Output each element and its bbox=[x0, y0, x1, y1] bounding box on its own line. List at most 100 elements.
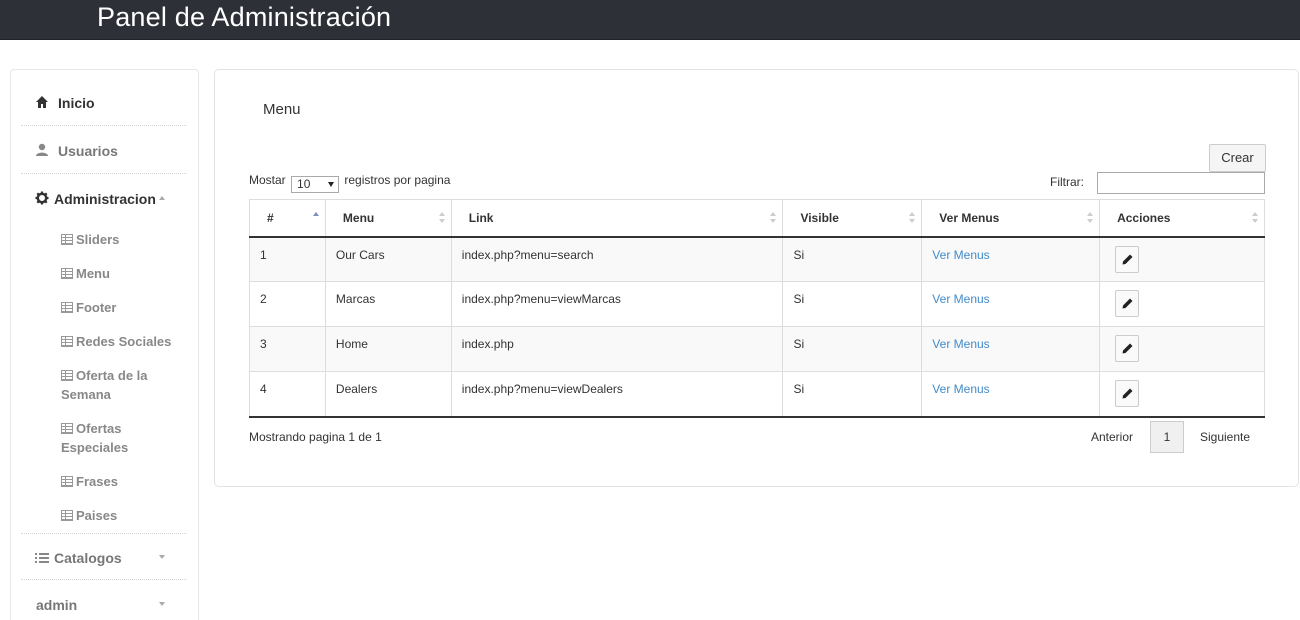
pencil-icon bbox=[1122, 388, 1133, 399]
cell-visible: Si bbox=[782, 236, 923, 282]
chevron-down-icon bbox=[159, 602, 165, 606]
menu-table: # Menu Link Visible Ver Menus Acciones 1… bbox=[249, 199, 1265, 418]
table-row: 3 Home index.php Si Ver Menus bbox=[249, 326, 1265, 372]
sidebar-subitem-frases[interactable]: Frases bbox=[61, 472, 191, 491]
content-panel: Menu Crear Mostar 10 registros por pagin… bbox=[214, 69, 1299, 487]
edit-button[interactable] bbox=[1115, 335, 1140, 362]
home-icon bbox=[36, 96, 48, 108]
table-icon bbox=[61, 302, 73, 313]
create-button[interactable]: Crear bbox=[1209, 144, 1266, 172]
sidebar-subitem-menu[interactable]: Menu bbox=[61, 264, 191, 283]
cell-id: 4 bbox=[249, 371, 326, 418]
sidebar-item-label: admin bbox=[36, 597, 78, 613]
cell-acciones bbox=[1099, 371, 1265, 418]
edit-button[interactable] bbox=[1115, 380, 1140, 407]
cell-id: 2 bbox=[249, 281, 326, 327]
filter-label: Filtrar: bbox=[1050, 175, 1084, 189]
sidebar-item-usuarios[interactable]: Usuarios bbox=[21, 127, 187, 174]
cell-acciones bbox=[1099, 326, 1265, 372]
chevron-down-icon bbox=[159, 555, 165, 559]
sort-icon bbox=[1252, 212, 1258, 224]
sort-icon bbox=[1087, 212, 1094, 224]
cell-menu: Home bbox=[324, 326, 452, 372]
cell-visible: Si bbox=[782, 326, 923, 372]
page-length-select[interactable]: 10 bbox=[291, 176, 340, 193]
cell-ver-menus: Ver Menus bbox=[921, 281, 1101, 327]
column-header-visible[interactable]: Visible bbox=[782, 199, 923, 238]
cell-acciones bbox=[1099, 236, 1265, 282]
page-title: Menu bbox=[263, 101, 301, 118]
cell-ver-menus: Ver Menus bbox=[921, 236, 1101, 282]
ver-menus-link[interactable]: Ver Menus bbox=[932, 292, 989, 306]
sidebar-subitem-ofertas-especiales[interactable]: Ofertas Especiales bbox=[61, 419, 151, 457]
ver-menus-link[interactable]: Ver Menus bbox=[932, 382, 989, 396]
table-icon bbox=[61, 370, 73, 381]
cell-ver-menus: Ver Menus bbox=[921, 371, 1101, 418]
sidebar-item-label: Usuarios bbox=[58, 143, 118, 159]
ver-menus-link[interactable]: Ver Menus bbox=[932, 248, 989, 262]
sort-icon bbox=[438, 212, 445, 224]
cell-link: index.php?menu=viewMarcas bbox=[450, 281, 784, 327]
filter-input[interactable] bbox=[1097, 172, 1265, 194]
column-header-ver-menus[interactable]: Ver Menus bbox=[921, 199, 1101, 238]
sidebar-item-catalogos[interactable]: Catalogos bbox=[21, 533, 187, 580]
pencil-icon bbox=[1122, 254, 1133, 264]
cell-link: index.php?menu=viewDealers bbox=[450, 371, 784, 418]
sort-icon bbox=[909, 212, 916, 224]
sidebar-item-admin[interactable]: admin bbox=[21, 581, 187, 620]
cell-visible: Si bbox=[782, 371, 923, 418]
cell-menu: Our Cars bbox=[324, 236, 452, 282]
cell-link: index.php bbox=[450, 326, 784, 372]
user-icon bbox=[36, 143, 48, 156]
table-icon bbox=[61, 423, 73, 434]
chevron-up-icon bbox=[159, 196, 165, 200]
column-header-id[interactable]: # bbox=[249, 199, 326, 238]
ver-menus-link[interactable]: Ver Menus bbox=[932, 337, 989, 351]
sidebar-subitem-paises[interactable]: Paises bbox=[61, 506, 191, 525]
table-icon bbox=[61, 268, 73, 279]
sidebar-subitem-redes-sociales[interactable]: Redes Sociales bbox=[61, 332, 191, 351]
cell-ver-menus: Ver Menus bbox=[921, 326, 1101, 372]
sidebar-subitem-oferta-semana[interactable]: Oferta de la Semana bbox=[61, 366, 166, 404]
length-prefix-label: Mostar bbox=[249, 173, 286, 187]
edit-button[interactable] bbox=[1115, 290, 1140, 317]
sidebar-subitem-footer[interactable]: Footer bbox=[61, 298, 191, 317]
top-navbar: Panel de Administración bbox=[0, 0, 1300, 40]
table-row: 1 Our Cars index.php?menu=search Si Ver … bbox=[249, 236, 1265, 282]
sidebar-item-label: Inicio bbox=[58, 95, 95, 111]
sidebar: Inicio Usuarios Administracion Sliders M… bbox=[10, 69, 199, 620]
table-icon bbox=[61, 234, 73, 245]
sort-asc-icon bbox=[312, 212, 319, 224]
dropdown-arrow-icon bbox=[328, 182, 335, 187]
length-suffix-label: registros por pagina bbox=[344, 173, 451, 187]
edit-button[interactable] bbox=[1115, 245, 1140, 273]
sidebar-item-inicio[interactable]: Inicio bbox=[21, 79, 187, 126]
sort-icon bbox=[770, 212, 777, 224]
next-page-button[interactable]: Siguiente bbox=[1200, 430, 1250, 444]
cell-link: index.php?menu=search bbox=[450, 236, 784, 282]
app-title[interactable]: Panel de Administración bbox=[97, 2, 391, 33]
cell-id: 1 bbox=[249, 236, 326, 282]
column-header-acciones[interactable]: Acciones bbox=[1099, 199, 1265, 238]
cell-menu: Dealers bbox=[324, 371, 452, 418]
current-page-button[interactable]: 1 bbox=[1150, 421, 1184, 453]
table-row: 2 Marcas index.php?menu=viewMarcas Si Ve… bbox=[249, 281, 1265, 327]
pencil-icon bbox=[1122, 298, 1133, 309]
gear-icon bbox=[35, 191, 49, 205]
table-header-row: # Menu Link Visible Ver Menus Acciones bbox=[249, 199, 1265, 238]
table-row: 4 Dealers index.php?menu=viewDealers Si … bbox=[249, 371, 1265, 418]
pagination-info: Mostrando pagina 1 de 1 bbox=[249, 430, 382, 444]
cell-menu: Marcas bbox=[324, 281, 452, 327]
table-icon bbox=[61, 510, 73, 521]
column-header-link[interactable]: Link bbox=[450, 199, 784, 238]
cell-visible: Si bbox=[782, 281, 923, 327]
pencil-icon bbox=[1122, 343, 1133, 354]
sidebar-subitem-sliders[interactable]: Sliders bbox=[61, 230, 191, 249]
sidebar-item-administracion[interactable]: Administracion bbox=[21, 175, 187, 222]
table-icon bbox=[61, 336, 73, 347]
table-icon bbox=[61, 476, 73, 487]
cell-id: 3 bbox=[249, 326, 326, 372]
column-header-menu[interactable]: Menu bbox=[324, 199, 452, 238]
sidebar-item-label: Administracion bbox=[54, 191, 156, 207]
prev-page-button[interactable]: Anterior bbox=[1091, 430, 1133, 444]
